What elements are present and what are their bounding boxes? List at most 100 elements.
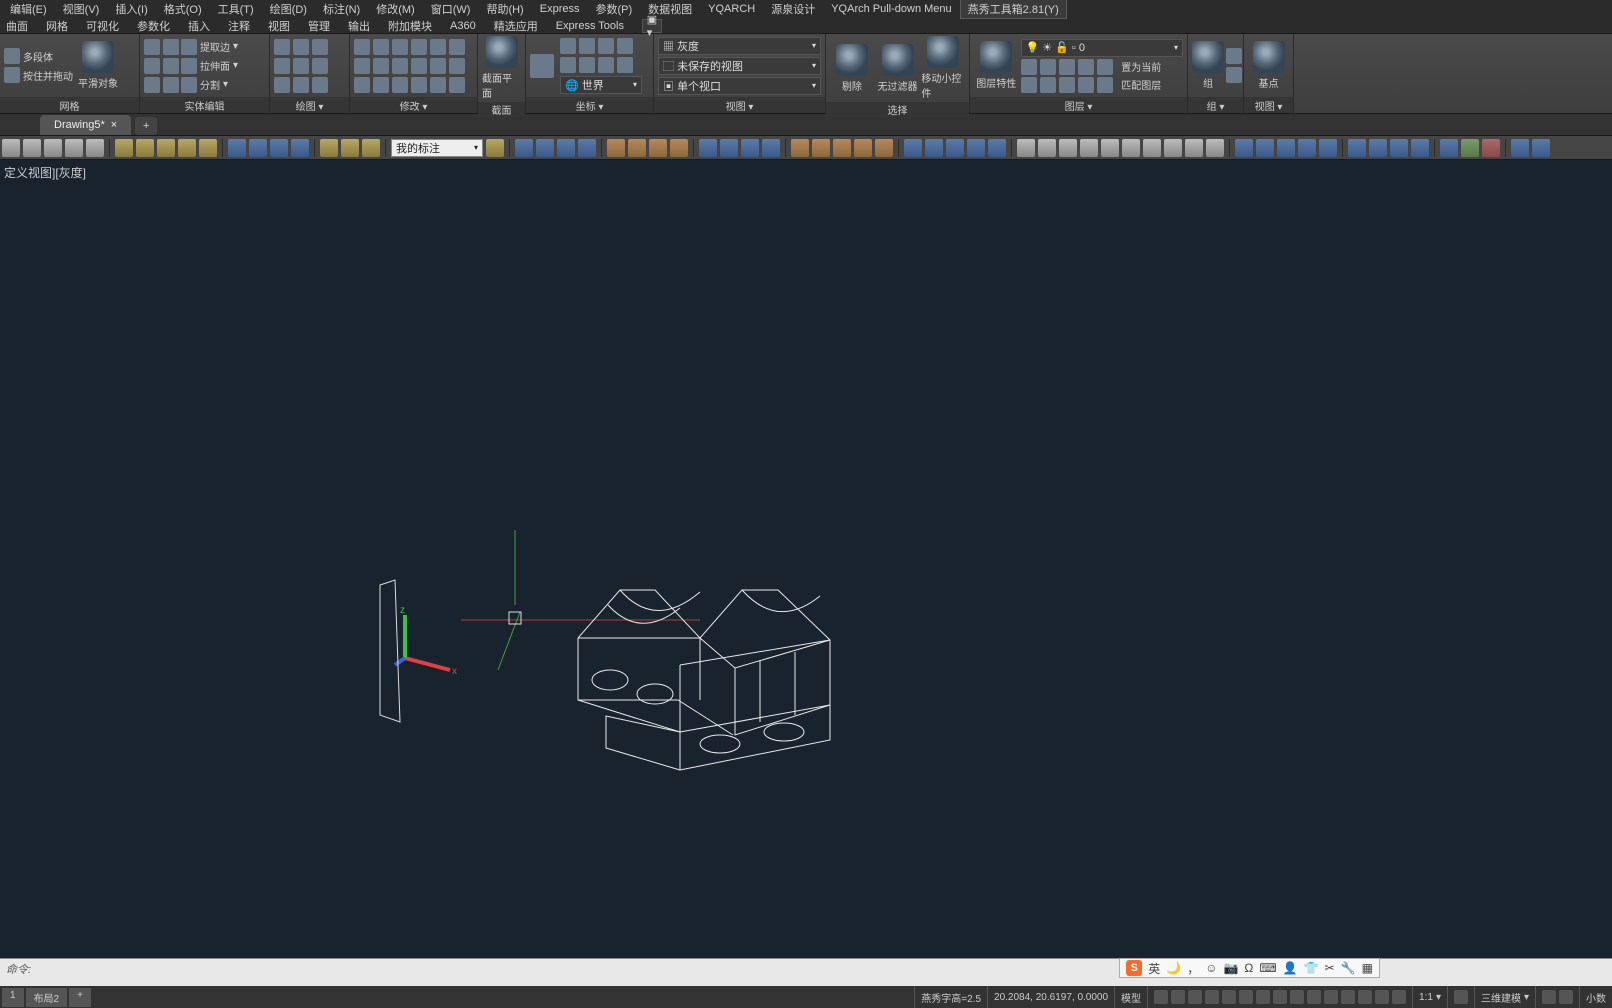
menu-insert[interactable]: 插入(I) — [107, 0, 155, 19]
panel-label-view[interactable]: 视图 ▾ — [654, 97, 825, 113]
ime-omega-icon[interactable]: Ω — [1244, 961, 1253, 975]
modify-tool-icon[interactable] — [354, 77, 370, 93]
status-icon[interactable] — [1542, 990, 1556, 1004]
menu-tools[interactable]: 工具(T) — [210, 0, 262, 19]
ucs-tool-icon[interactable] — [617, 38, 633, 54]
layer-props-button[interactable]: 图层特性 — [974, 41, 1019, 90]
status-scale[interactable]: 1:1 ▾ — [1412, 986, 1447, 1008]
tool-icon[interactable] — [23, 139, 41, 157]
move-gizmo-button[interactable]: 移动小控件 — [921, 36, 965, 100]
draw-tool-icon[interactable] — [274, 39, 290, 55]
menu-view[interactable]: 视图(V) — [55, 0, 108, 19]
solid-tool-icon[interactable] — [163, 39, 179, 55]
polysolid-button[interactable]: 多段体 — [4, 48, 73, 64]
transparency-icon[interactable] — [1290, 990, 1304, 1004]
panel-label-modify[interactable]: 修改 ▾ — [350, 97, 477, 113]
tool-icon[interactable] — [86, 139, 104, 157]
menu-express[interactable]: Express — [532, 1, 588, 17]
tool-icon[interactable] — [1532, 139, 1550, 157]
status-toggles[interactable] — [1147, 986, 1412, 1008]
tool-icon[interactable] — [833, 139, 851, 157]
modify-tool-icon[interactable] — [373, 58, 389, 74]
layout-tab-1[interactable]: 1 — [2, 988, 24, 1007]
ime-lang[interactable]: 英 — [1148, 960, 1160, 977]
polar-icon[interactable] — [1205, 990, 1219, 1004]
ortho-icon[interactable] — [1188, 990, 1202, 1004]
panel-label-layers[interactable]: 图层 ▾ — [970, 97, 1187, 113]
rtab-exptools[interactable]: Express Tools — [552, 20, 628, 32]
modify-tool-icon[interactable] — [354, 39, 370, 55]
ime-shirt-icon[interactable]: 👕 — [1304, 961, 1319, 975]
new-tab-button[interactable]: + — [135, 117, 157, 135]
ime-moon-icon[interactable]: 🌙 — [1166, 961, 1181, 975]
rtab-a360[interactable]: A360 — [446, 20, 480, 32]
menu-format[interactable]: 格式(O) — [156, 0, 210, 19]
tool-icon[interactable] — [320, 139, 338, 157]
draw-tool-icon[interactable] — [293, 39, 309, 55]
tool-icon[interactable] — [1411, 139, 1429, 157]
tool-icon[interactable] — [812, 139, 830, 157]
modify-tool-icon[interactable] — [392, 77, 408, 93]
osnap-icon[interactable] — [1222, 990, 1236, 1004]
solid-tool-icon[interactable] — [144, 58, 160, 74]
tool-icon[interactable] — [249, 139, 267, 157]
rtab-output[interactable]: 输出 — [344, 18, 374, 34]
ime-comma-icon[interactable]: ， — [1187, 960, 1199, 977]
tool-icon[interactable] — [720, 139, 738, 157]
tool-icon[interactable] — [199, 139, 217, 157]
grid-icon[interactable] — [1154, 990, 1168, 1004]
cycle-icon[interactable] — [1307, 990, 1321, 1004]
ucs-tool-icon[interactable] — [598, 38, 614, 54]
rtab-mesh[interactable]: 网格 — [42, 18, 72, 34]
tool-icon[interactable] — [988, 139, 1006, 157]
tool-icon[interactable] — [967, 139, 985, 157]
solid-tool-icon[interactable] — [144, 39, 160, 55]
tool-icon[interactable] — [1461, 139, 1479, 157]
snap-icon[interactable] — [1171, 990, 1185, 1004]
modify-tool-icon[interactable] — [373, 39, 389, 55]
smooth-object-button[interactable]: 平滑对象 — [75, 41, 121, 90]
panel-label-view2[interactable]: 视图 ▾ — [1244, 97, 1293, 113]
selection-icon[interactable] — [1358, 990, 1372, 1004]
tool-icon[interactable] — [270, 139, 288, 157]
ime-toolbar[interactable]: S 英 🌙 ， ☺ 📷 Ω ⌨ 👤 👕 ✂ 🔧 ▦ — [1119, 958, 1380, 978]
layer-combo[interactable]: 💡 ☀ 🔓 ▫ 0▾ — [1021, 39, 1184, 57]
status-icon[interactable] — [1559, 990, 1573, 1004]
draw-tool-icon[interactable] — [312, 39, 328, 55]
rtab-view[interactable]: 视图 — [264, 18, 294, 34]
ducs-icon[interactable] — [1341, 990, 1355, 1004]
ucs-tool-icon[interactable] — [598, 57, 614, 73]
tool-icon[interactable] — [1256, 139, 1274, 157]
modify-tool-icon[interactable] — [449, 77, 465, 93]
tool-icon[interactable] — [1017, 139, 1035, 157]
tool-icon[interactable] — [607, 139, 625, 157]
tool-icon[interactable] — [1059, 139, 1077, 157]
modify-tool-icon[interactable] — [430, 77, 446, 93]
rtab-insert[interactable]: 插入 — [184, 18, 214, 34]
rtab-param[interactable]: 参数化 — [133, 18, 174, 34]
modify-tool-icon[interactable] — [392, 58, 408, 74]
modify-tool-icon[interactable] — [449, 39, 465, 55]
tool-icon[interactable] — [699, 139, 717, 157]
menu-yanxiu[interactable]: 燕秀工具箱2.81(Y) — [960, 0, 1067, 19]
ime-person-icon[interactable]: 👤 — [1283, 961, 1298, 975]
tool-icon[interactable] — [536, 139, 554, 157]
tool-icon[interactable] — [157, 139, 175, 157]
menu-yuanquan[interactable]: 源泉设计 — [763, 0, 823, 19]
tool-icon[interactable] — [1235, 139, 1253, 157]
gear-icon[interactable] — [1454, 990, 1468, 1004]
ucs-combo[interactable]: 🌐 世界▾ — [560, 76, 642, 94]
panel-label-coord[interactable]: 坐标 ▾ — [526, 97, 653, 113]
menu-yqarch-pd[interactable]: YQArch Pull-down Menu — [823, 1, 959, 17]
3dosnap-icon[interactable] — [1324, 990, 1338, 1004]
saved-view-combo[interactable]: ⬚ 未保存的视图▾ — [658, 57, 821, 75]
ime-keyboard-icon[interactable]: ⌨ — [1259, 961, 1276, 975]
sogou-icon[interactable]: S — [1126, 960, 1142, 976]
no-filter-button[interactable]: 无过滤器 — [876, 44, 920, 93]
solid-tool-icon[interactable] — [144, 77, 160, 93]
doc-tab-drawing5[interactable]: Drawing5*× — [40, 115, 131, 135]
ribbon-expand-icon[interactable]: ▣ ▾ — [642, 19, 662, 33]
tool-icon[interactable] — [762, 139, 780, 157]
panel-label-draw[interactable]: 绘图 ▾ — [270, 97, 349, 113]
solid-tool-icon[interactable] — [163, 58, 179, 74]
